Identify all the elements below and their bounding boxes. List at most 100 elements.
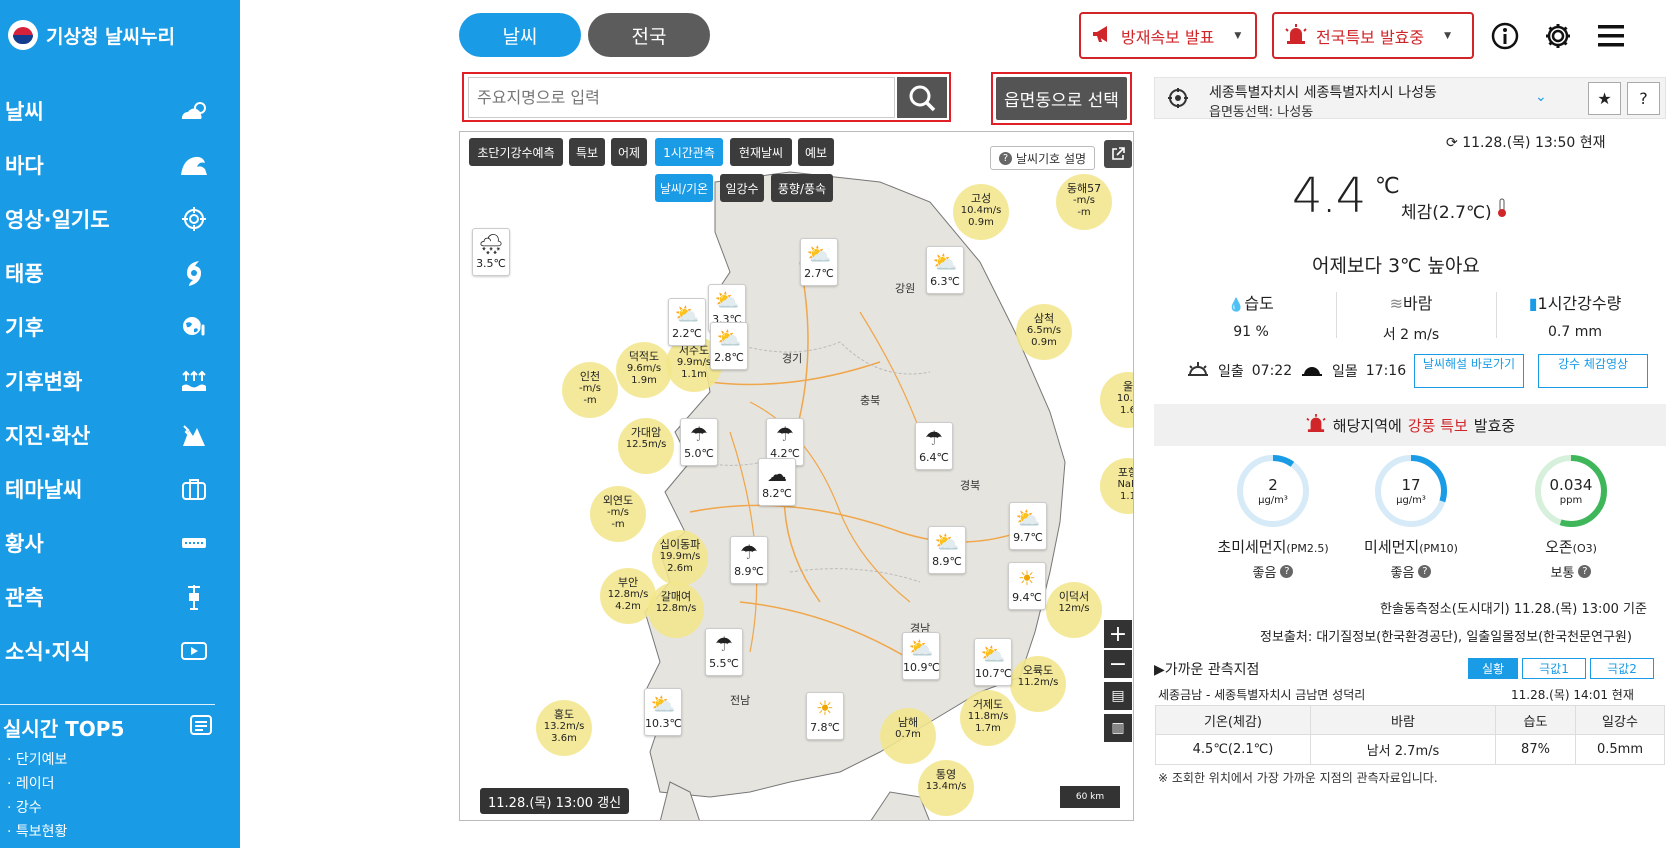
map-subtab-daily-rain[interactable]: 일강수 [720,174,764,202]
location-selector[interactable]: 세종특별자치시 세종특별자치시 나성동 읍면동선택: 나성동 ⌄ ★ ? [1154,77,1666,120]
weather-explanation-button[interactable]: 날씨해설 바로가기 [1414,354,1524,388]
region-select-button[interactable]: 읍면동으로 선택 [996,77,1127,120]
card-temp: 10.9℃ [903,661,940,674]
sea-station[interactable]: 고성 10.4m/s 0.9m [953,184,1009,240]
tab-current-obs[interactable]: 실황 [1468,658,1518,679]
sidebar-item-satellite[interactable]: 영상·일기도 [0,196,240,242]
logo[interactable]: 기상청 날씨누리 [8,20,175,50]
sea-station[interactable]: 오륙도 11.2m/s [1010,656,1066,712]
sub-item-short-forecast[interactable]: · 단기예보 [7,749,67,769]
tab-extreme-2[interactable]: 극값2 [1590,658,1654,679]
weather-card[interactable]: ⛅ 2.7℃ [800,238,838,286]
map-tab-yesterday[interactable]: 어제 [611,138,647,166]
zoom-out-button[interactable]: − [1104,650,1132,678]
sidebar-item-weather[interactable]: 날씨 [0,88,240,134]
sidebar-item-climate[interactable]: 기후 [0,304,240,350]
help-button[interactable]: ? [1627,82,1660,115]
sea-station[interactable]: 홍도 13.2m/s 3.6m [536,700,592,756]
sea-station[interactable]: 갈매여 12.8m/s [648,582,704,638]
weather-card[interactable]: ⛅ 10.7℃ [974,638,1012,686]
sidebar-item-label: 날씨 [5,100,44,124]
sea-station[interactable]: 외연도 -m/s -m [590,486,646,542]
disaster-alert-dropdown[interactable]: 방재속보 발표 ▼ [1079,12,1257,59]
tab-weather[interactable]: 날씨 [459,13,581,57]
weather-card[interactable]: ⛅ 6.3℃ [926,246,964,294]
external-link-button[interactable] [1104,140,1132,168]
aq-ozone[interactable]: 0.034 ppm 오존(O3) 보통? [1486,454,1656,581]
sea-station[interactable]: 십이동파 19.9m/s 2.6m [652,530,708,586]
weather-card[interactable]: ⛅ 10.9℃ [902,632,940,680]
sidebar-item-news[interactable]: 소식·지식 [0,628,240,674]
sea-station[interactable]: 인천 -m/s -m [562,362,618,418]
sidebar-item-typhoon[interactable]: 태풍 [0,250,240,296]
weather-symbol-legend-button[interactable]: ? 날씨기호 설명 [990,146,1096,170]
sidebar-item-theme[interactable]: 테마날씨 [0,466,240,512]
sub-item-warnings[interactable]: · 특보현황 [7,821,67,841]
weather-map[interactable]: 초단기강수예측 특보 어제 1시간관측 현재날씨 예보 날씨/기온 일강수 풍향… [459,131,1134,821]
weather-card[interactable]: ⛅ 10.3℃ [644,688,682,736]
question-icon[interactable]: ? [1418,565,1432,578]
weather-card[interactable]: ☁ 8.2℃ [758,458,796,506]
sea-station[interactable]: 동해57 -m/s -m [1056,174,1112,230]
tab-extreme-1[interactable]: 극값1 [1522,658,1586,679]
sea-station[interactable]: 통영 13.4m/s [918,760,974,816]
sea-station[interactable]: 덕적도 9.6m/s 1.9m [616,342,672,398]
ruler-icon[interactable]: ▤ [1104,682,1132,710]
weather-card[interactable]: ⛅ 9.7℃ [1009,502,1047,550]
sea-station[interactable]: 거제도 11.8m/s 1.7m [960,690,1016,746]
map-tab-warning[interactable]: 특보 [569,138,605,166]
weather-card[interactable]: ☂ 8.9℃ [730,536,768,584]
question-icon[interactable]: ? [1578,565,1592,578]
favorite-star-button[interactable]: ★ [1588,82,1621,115]
map-tab-current[interactable]: 현재날씨 [730,138,792,166]
hamburger-menu-icon[interactable] [1593,18,1629,54]
aq-value: 0.034 [1549,476,1593,494]
weather-card[interactable]: ☂ 5.0℃ [680,418,718,466]
wind-label: 바람 [1402,294,1433,313]
map-subtab-weather-temp[interactable]: 날씨/기온 [655,174,713,202]
realtime-top5[interactable]: 실시간 TOP5 [3,713,213,742]
rain-video-button[interactable]: 강수 체감영상 [1538,354,1648,388]
search-input[interactable] [468,77,895,118]
map-tab-forecast[interactable]: 예보 [798,138,834,166]
weather-card[interactable]: ☀ 9.4℃ [1008,562,1046,610]
search-button[interactable] [897,77,947,118]
weather-card[interactable]: 🌨 3.5℃ [472,228,510,276]
weather-card[interactable]: ☂ 6.4℃ [915,422,953,470]
sub-item-precipitation[interactable]: · 강수 [7,797,42,817]
weather-card[interactable]: ⛅ 8.9℃ [928,526,966,574]
weather-card[interactable]: ⛅ 2.8℃ [710,322,748,370]
sub-item-radar[interactable]: · 레이더 [7,773,55,793]
map-tab-nowcast[interactable]: 초단기강수예측 [469,138,563,166]
weather-card[interactable]: ☀ 7.8℃ [806,692,844,740]
sidebar-item-yellow-dust[interactable]: 황사 [0,520,240,566]
nationwide-warning-dropdown[interactable]: 전국특보 발효중 ▼ [1272,12,1474,59]
sidebar-item-climate-change[interactable]: 기후변화 [0,358,240,404]
sea-station[interactable]: 삼척 6.5m/s 0.9m [1016,304,1072,360]
sidebar-item-label: 관측 [5,586,44,610]
weather-card[interactable]: ☂ 5.5℃ [705,628,743,676]
sidebar-item-label: 황사 [5,532,44,556]
zoom-in-button[interactable]: + [1104,620,1132,648]
aq-pm10[interactable]: 17 μg/m³ 미세먼지(PM10) 좋음? [1326,454,1496,581]
warning-banner[interactable]: 해당지역에 강풍 특보 발효중 [1154,404,1666,446]
sidebar-item-sea[interactable]: 바다 [0,142,240,188]
refresh-icon[interactable]: ⟳ [1446,135,1458,151]
sea-station[interactable]: 남해 0.7m [880,708,936,764]
sea-station[interactable]: 이덕서 12m/s [1046,582,1102,638]
chevron-down-icon[interactable]: ⌄ [1535,89,1547,105]
question-icon: ? [999,151,1012,165]
sidebar-item-earthquake[interactable]: 지진·화산 [0,412,240,458]
tab-nation[interactable]: 전국 [588,13,710,57]
logo-text: 기상청 날씨누리 [46,25,175,48]
gear-icon[interactable] [1540,18,1576,54]
map-layer-icon[interactable]: ▥ [1104,714,1132,742]
info-icon[interactable] [1487,18,1523,54]
map-subtab-wind[interactable]: 풍향/풍속 [771,174,833,202]
weather-card[interactable]: ⛅ 2.2℃ [668,298,706,346]
sea-station[interactable]: 가대암 12.5m/s [618,418,674,474]
nearby-obs-table: 기온(체감) 바람 습도 일강수 4.5℃(2.1℃) 남서 2.7m/s 87… [1155,705,1665,765]
map-tab-hourly-obs[interactable]: 1시간관측 [655,138,723,166]
question-icon[interactable]: ? [1280,565,1294,578]
sidebar-item-observation[interactable]: 관측 [0,574,240,620]
